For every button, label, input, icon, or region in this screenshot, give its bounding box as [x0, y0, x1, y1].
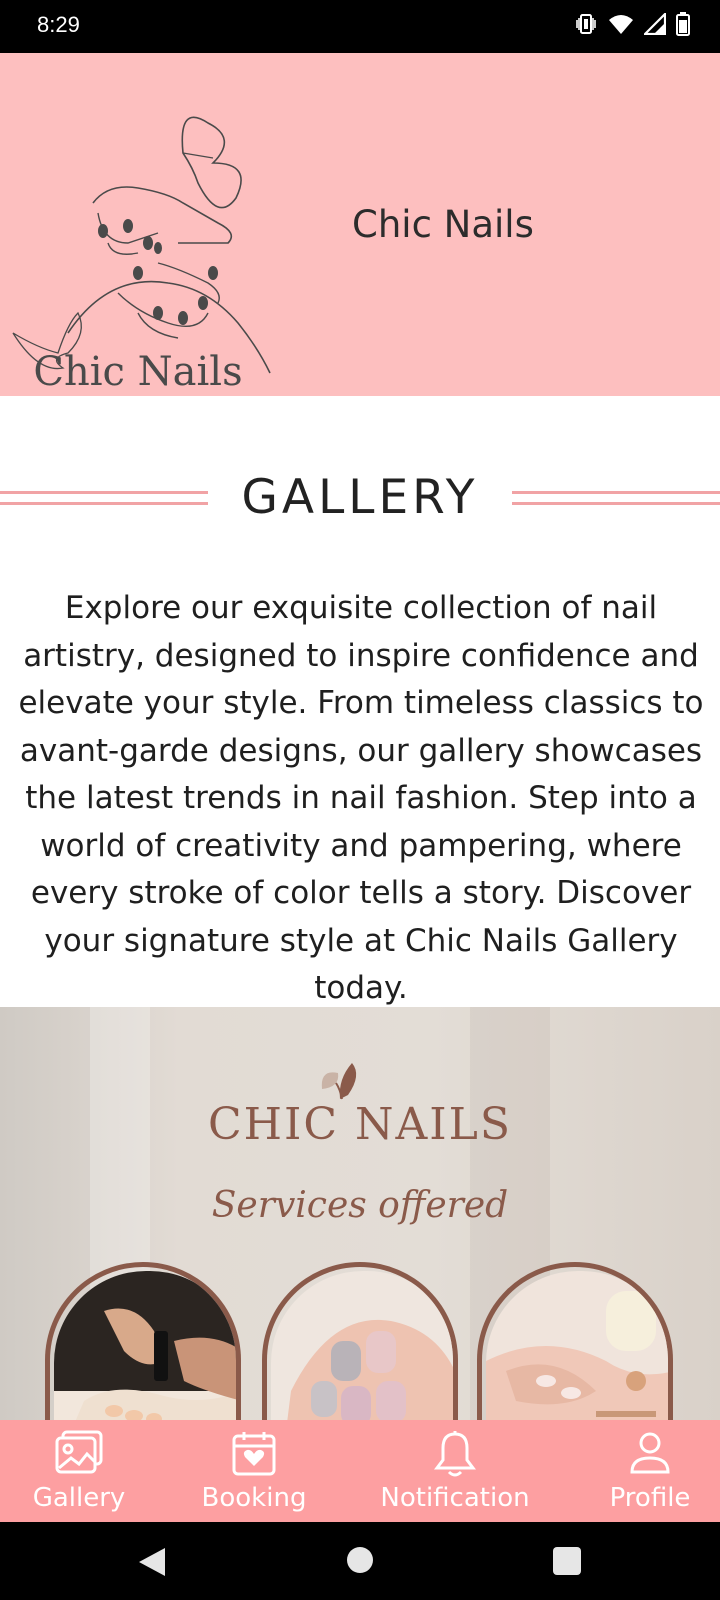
banner-services-title: Services offered [211, 1185, 509, 1226]
service-photo-pedicure [45, 1262, 241, 1420]
brand-leaf-icon [321, 1063, 357, 1100]
bottom-navigation: Gallery Booking Notification Profile [0, 1420, 720, 1522]
nav-booking[interactable]: Booking [195, 1420, 313, 1522]
nav-label-booking: Booking [201, 1483, 307, 1513]
heading-divider-right [512, 491, 720, 507]
status-time: 8:29 [37, 12, 80, 37]
back-icon[interactable] [137, 1546, 167, 1578]
nav-notification[interactable]: Notification [375, 1420, 535, 1522]
logo-text: Chic Nails [33, 349, 242, 395]
gallery-description: Explore our exquisite collection of nail… [18, 590, 704, 1006]
nav-label-notification: Notification [380, 1483, 530, 1513]
home-icon[interactable] [346, 1546, 374, 1574]
bell-icon [434, 1431, 476, 1477]
nav-label-gallery: Gallery [32, 1483, 126, 1513]
services-banner-image[interactable]: CHIC NAILS Services offered [0, 1007, 720, 1420]
header-title: Chic Nails [352, 203, 534, 246]
system-navigation-bar [0, 1522, 720, 1600]
app-header: Chic Nails Chic Nails [0, 53, 720, 396]
service-photo-nail-art [262, 1262, 458, 1420]
gallery-heading: GALLERY [0, 470, 720, 530]
vibrate-icon [576, 14, 596, 34]
gallery-icon [55, 1430, 103, 1474]
status-bar: 8:29 [0, 0, 720, 53]
calendar-heart-icon [232, 1432, 276, 1476]
nav-gallery[interactable]: Gallery [20, 1420, 138, 1522]
nav-label-profile: Profile [609, 1483, 691, 1513]
chic-nails-logo: Chic Nails [12, 116, 271, 395]
nav-profile[interactable]: Profile [590, 1420, 710, 1522]
person-icon [630, 1432, 670, 1474]
signal-icon [644, 13, 666, 35]
wifi-icon [609, 15, 633, 34]
banner-brand: CHIC NAILS [207, 1099, 513, 1150]
status-icons [574, 12, 690, 36]
battery-icon [676, 12, 690, 36]
recents-icon[interactable] [553, 1547, 581, 1575]
